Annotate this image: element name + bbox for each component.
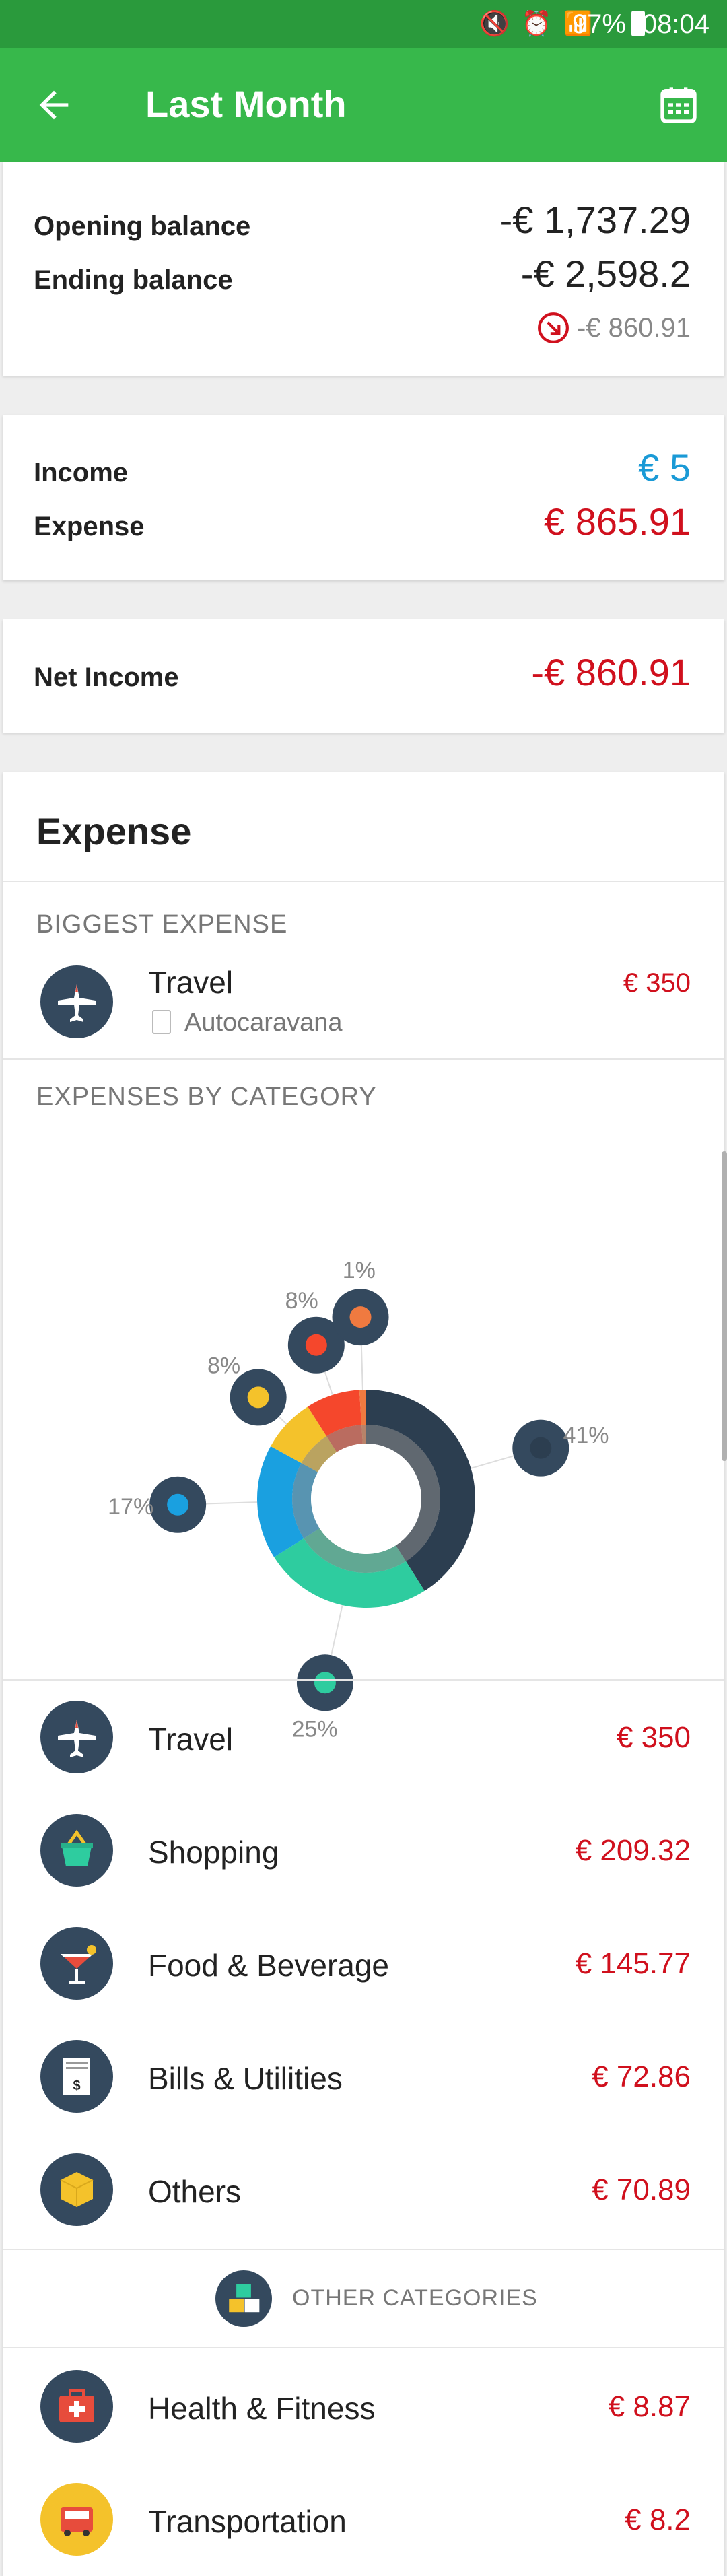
first-aid-kit-icon bbox=[40, 2370, 113, 2443]
expense-donut-chart[interactable]: 41% 25% 17% 8% 8% 1% bbox=[3, 1122, 724, 1741]
expense-section-title: Expense bbox=[36, 810, 192, 852]
shopping-basket-icon bbox=[40, 1814, 113, 1887]
ending-balance-label: Ending balance bbox=[34, 265, 233, 295]
category-amount: € 8.87 bbox=[608, 2390, 691, 2423]
category-name: Bills & Utilities bbox=[148, 2061, 343, 2096]
net-income-card[interactable]: Net Income -€ 860.91 bbox=[3, 619, 724, 733]
income-value: € 5 bbox=[638, 446, 691, 489]
cubes-icon bbox=[215, 2270, 272, 2327]
clock: 08:04 bbox=[642, 9, 709, 39]
leader-line bbox=[324, 1370, 333, 1396]
divider bbox=[3, 2249, 724, 2250]
leader-line bbox=[471, 1454, 516, 1469]
donut-hole bbox=[311, 1444, 421, 1554]
leader-line bbox=[330, 1604, 343, 1657]
expenses-by-category-caption: EXPENSES BY CATEGORY bbox=[36, 1083, 377, 1111]
opening-balance-value: -€ 1,737.29 bbox=[499, 199, 691, 241]
percent-label: 8% bbox=[207, 1353, 240, 1378]
category-amount: € 70.89 bbox=[592, 2173, 691, 2206]
category-name: Health & Fitness bbox=[148, 2391, 376, 2426]
bill-icon: $ bbox=[40, 2040, 113, 2113]
alarm-icon: ⏰ bbox=[521, 9, 552, 37]
bus-icon bbox=[40, 2483, 113, 2556]
balance-change-value: -€ 860.91 bbox=[576, 312, 691, 343]
category-amount: € 72.86 bbox=[592, 2060, 691, 2093]
icon-glyph bbox=[167, 1493, 189, 1516]
status-bar: 🔇 ⏰ 📶 97% 08:04 bbox=[0, 0, 727, 48]
income-label: Income bbox=[34, 458, 129, 487]
net-income-label: Net Income bbox=[34, 663, 179, 692]
percent-label: 25% bbox=[292, 1717, 338, 1741]
category-amount: € 350 bbox=[616, 1721, 691, 1754]
expense-section: Expense BIGGEST EXPENSE Travel Autocarav… bbox=[3, 772, 724, 2576]
divider bbox=[3, 1058, 724, 1060]
airplane-icon bbox=[40, 1701, 113, 1773]
airplane-icon bbox=[40, 965, 113, 1038]
percent-label: 8% bbox=[285, 1288, 318, 1314]
leader-line bbox=[360, 1344, 364, 1390]
expense-label: Expense bbox=[34, 512, 145, 541]
mute-icon: 🔇 bbox=[479, 9, 510, 37]
category-name: Travel bbox=[148, 1722, 234, 1757]
icon-glyph bbox=[314, 1672, 336, 1694]
box-icon bbox=[40, 2153, 113, 2226]
battery-percent: 97% bbox=[572, 9, 626, 39]
leader-line bbox=[277, 1415, 287, 1425]
balance-card: Opening balance -€ 1,737.29 Ending balan… bbox=[3, 162, 724, 376]
icon-glyph bbox=[247, 1386, 269, 1409]
icon-glyph bbox=[305, 1334, 327, 1356]
net-income-value: -€ 860.91 bbox=[531, 651, 691, 693]
expense-value: € 865.91 bbox=[544, 500, 691, 543]
percent-label: 17% bbox=[108, 1494, 153, 1520]
biggest-expense-amount: € 350 bbox=[623, 968, 691, 998]
biggest-expense-name: Travel bbox=[148, 965, 234, 1000]
income-expense-card[interactable]: Income € 5 Expense € 865.91 bbox=[3, 415, 724, 580]
icon-glyph bbox=[349, 1306, 372, 1328]
opening-balance-label: Opening balance bbox=[34, 211, 251, 241]
leader-line bbox=[205, 1501, 258, 1505]
ending-balance-value: -€ 2,598.2 bbox=[520, 252, 691, 295]
note-icon bbox=[152, 1010, 171, 1034]
page-title: Last Month bbox=[145, 83, 347, 125]
category-amount: € 8.2 bbox=[625, 2503, 691, 2536]
category-name: Shopping bbox=[148, 1835, 279, 1870]
category-name: Transportation bbox=[148, 2504, 347, 2539]
divider bbox=[3, 881, 724, 882]
divider bbox=[3, 1679, 724, 1681]
scrollbar[interactable] bbox=[722, 1151, 727, 1461]
svg-text:$: $ bbox=[73, 2078, 80, 2093]
app-bar: Last Month bbox=[0, 48, 727, 162]
percent-label: 41% bbox=[563, 1423, 609, 1448]
category-name: Others bbox=[148, 2174, 242, 2209]
decrease-arrow-icon bbox=[538, 312, 569, 343]
cocktail-icon bbox=[40, 1927, 113, 2000]
icon-glyph bbox=[530, 1437, 552, 1459]
biggest-expense-caption: BIGGEST EXPENSE bbox=[36, 910, 288, 939]
balance-change: -€ 860.91 bbox=[536, 311, 691, 345]
back-arrow-icon[interactable] bbox=[32, 83, 75, 127]
percent-label: 1% bbox=[343, 1258, 376, 1283]
biggest-expense-note: Autocaravana bbox=[184, 1009, 343, 1037]
calendar-icon[interactable] bbox=[657, 83, 700, 127]
category-name: Food & Beverage bbox=[148, 1948, 390, 1983]
category-amount: € 209.32 bbox=[575, 1834, 691, 1867]
other-categories-caption: OTHER CATEGORIES bbox=[292, 2285, 538, 2311]
divider bbox=[3, 2347, 724, 2348]
category-amount: € 145.77 bbox=[575, 1947, 691, 1980]
